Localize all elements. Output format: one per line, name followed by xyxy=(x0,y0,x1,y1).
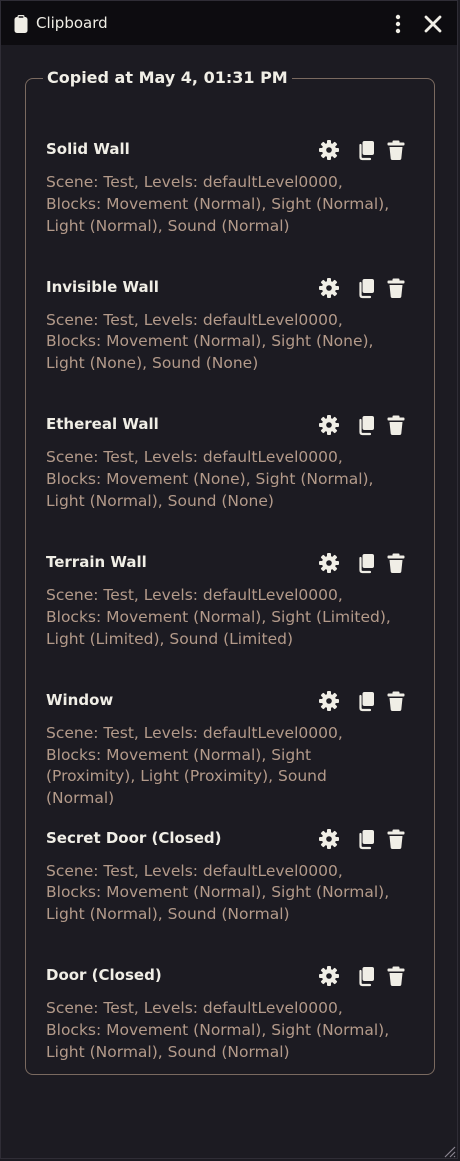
copy-icon[interactable] xyxy=(355,690,377,712)
clipboard-icon xyxy=(14,15,28,33)
entry-description: Scene: Test, Levels: defaultLevel0000, B… xyxy=(46,999,390,1061)
trash-icon[interactable] xyxy=(385,552,407,574)
trash-icon[interactable] xyxy=(385,139,407,161)
entry-description: Scene: Test, Levels: defaultLevel0000, B… xyxy=(46,310,374,373)
kebab-menu-icon[interactable] xyxy=(389,13,407,35)
trash-icon[interactable] xyxy=(385,965,407,987)
copy-icon[interactable] xyxy=(355,552,377,574)
entry-description: Scene: Test, Levels: defaultLevel0000, B… xyxy=(46,173,390,235)
gear-icon[interactable] xyxy=(318,828,340,850)
entry-title: Terrain Wall xyxy=(46,553,147,572)
entry-actions xyxy=(318,690,408,712)
trash-icon[interactable] xyxy=(385,690,407,712)
clipboard-window: Clipboard Copied at May 4, 01:31 PM Soli… xyxy=(0,0,458,1159)
entry-description: Scene: Test, Levels: defaultLevel0000, B… xyxy=(46,723,343,808)
copy-icon[interactable] xyxy=(355,965,377,987)
copy-icon[interactable] xyxy=(355,414,377,436)
copy-icon[interactable] xyxy=(355,828,377,850)
entry-description: Scene: Test, Levels: defaultLevel0000, B… xyxy=(46,586,391,648)
entry-actions xyxy=(318,277,408,299)
entry-actions xyxy=(318,139,408,161)
trash-icon[interactable] xyxy=(385,828,407,850)
window-titlebar[interactable]: Clipboard xyxy=(1,1,457,45)
entry-title: Secret Door (Closed) xyxy=(46,828,222,847)
entry-actions xyxy=(318,965,408,987)
entry-title: Invisible Wall xyxy=(46,277,159,296)
entry-description: Scene: Test, Levels: defaultLevel0000, B… xyxy=(46,448,374,510)
entry-title: Window xyxy=(46,690,114,709)
copy-icon[interactable] xyxy=(355,139,377,161)
gear-icon[interactable] xyxy=(318,690,340,712)
trash-icon[interactable] xyxy=(385,414,407,436)
gear-icon[interactable] xyxy=(318,139,340,161)
group-legend: Copied at May 4, 01:31 PM xyxy=(47,68,288,87)
clipboard-group: Copied at May 4, 01:31 PM Solid Wall Sce… xyxy=(25,68,435,1075)
entry-description: Scene: Test, Levels: defaultLevel0000, B… xyxy=(46,861,390,924)
entry-title: Ethereal Wall xyxy=(46,415,159,434)
window-title: Clipboard xyxy=(36,14,108,32)
entry-title: Solid Wall xyxy=(46,140,130,158)
copy-icon[interactable] xyxy=(355,277,377,299)
entry-actions xyxy=(318,414,408,436)
trash-icon[interactable] xyxy=(385,277,407,299)
gear-icon[interactable] xyxy=(318,414,340,436)
gear-icon[interactable] xyxy=(318,965,340,987)
gear-icon[interactable] xyxy=(318,277,340,299)
close-icon[interactable] xyxy=(422,13,444,35)
resize-handle-icon[interactable] xyxy=(442,1143,456,1158)
gear-icon[interactable] xyxy=(318,552,340,574)
entry-actions xyxy=(318,552,408,574)
entry-title: Door (Closed) xyxy=(46,966,162,985)
entry-actions xyxy=(318,828,408,850)
